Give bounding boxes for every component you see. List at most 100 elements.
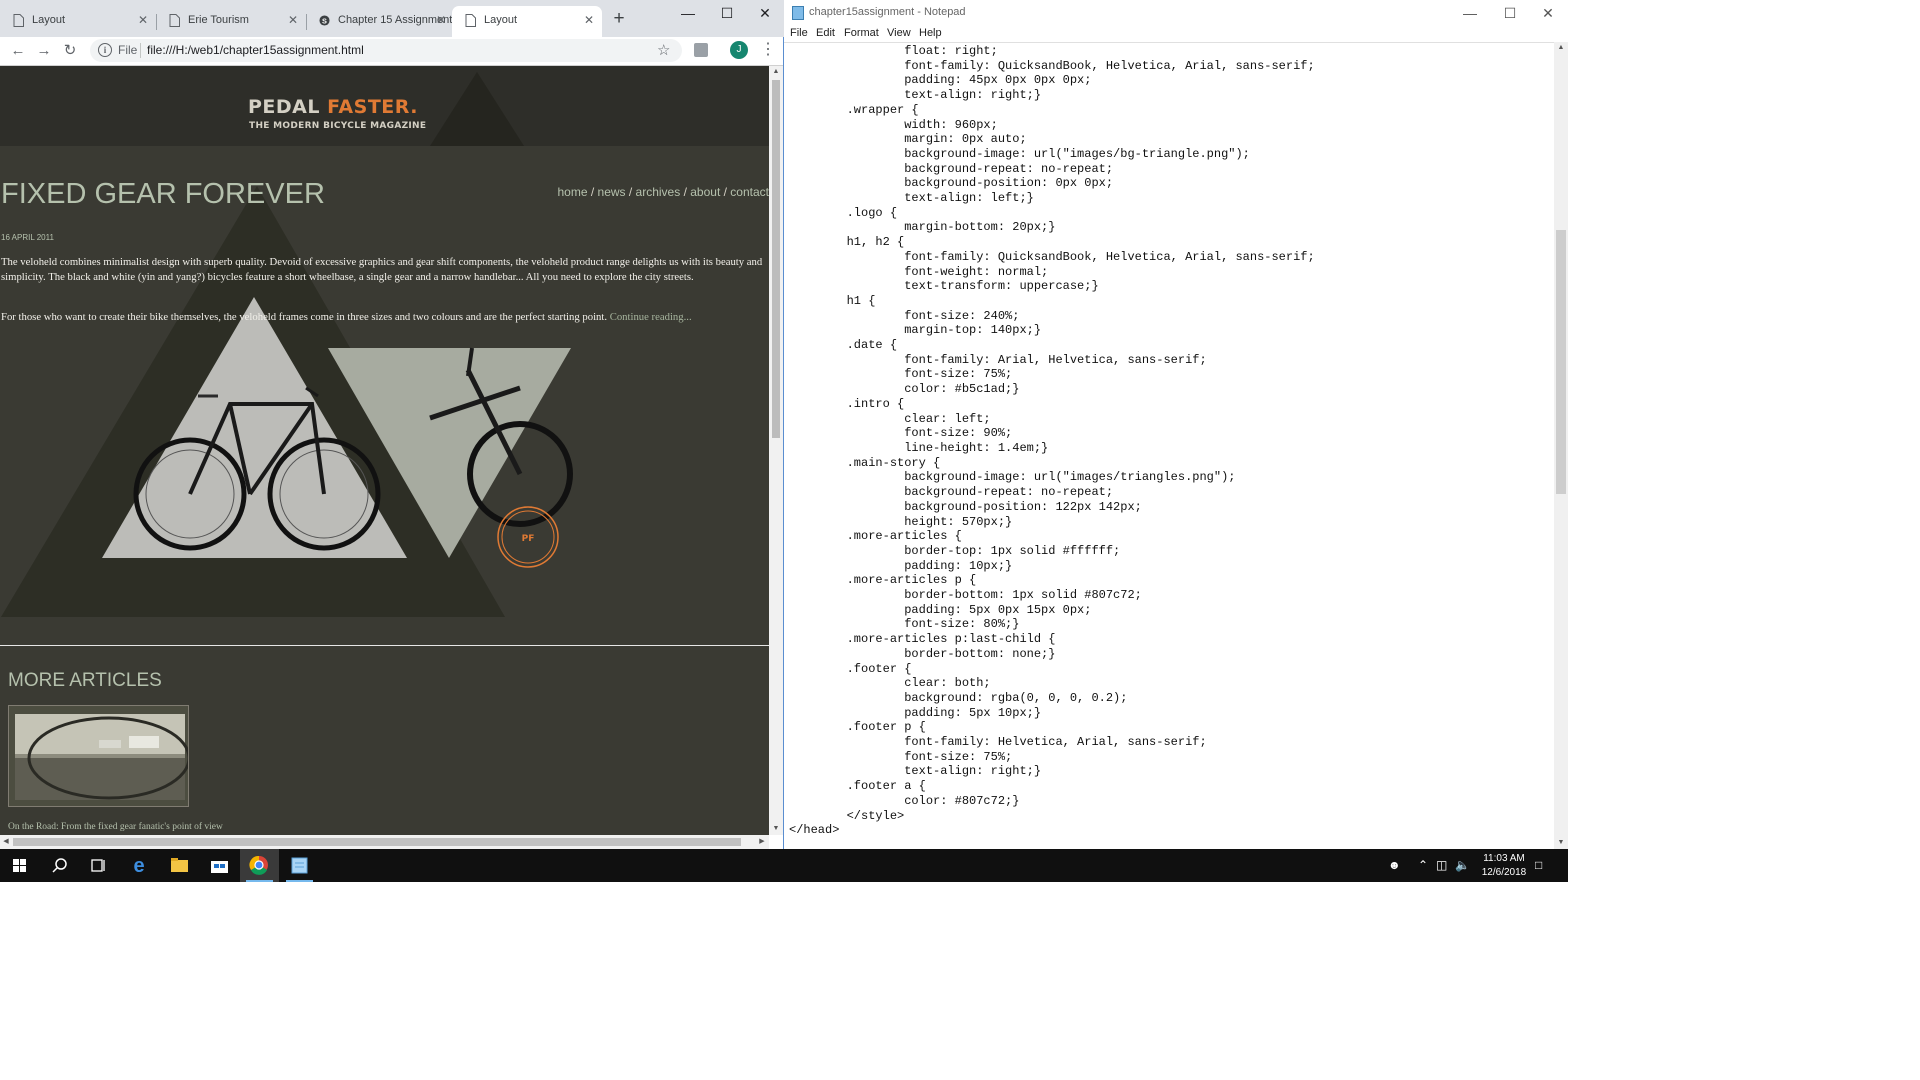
notepad-scroll-thumb[interactable] — [1556, 230, 1566, 494]
scroll-up-icon[interactable]: ▲ — [769, 66, 783, 78]
new-tab-button[interactable]: + — [609, 9, 629, 29]
info-icon[interactable]: i — [98, 43, 112, 57]
notepad-vertical-scrollbar[interactable]: ▲ ▼ — [1554, 42, 1568, 849]
tab-title: Layout — [484, 14, 518, 26]
nav-home[interactable]: home — [557, 185, 587, 199]
task-view-button[interactable] — [79, 849, 118, 882]
notepad-app-icon — [792, 6, 804, 20]
search-icon — [52, 858, 67, 873]
scroll-left-icon[interactable]: ◀ — [0, 835, 12, 849]
scroll-down-icon[interactable]: ▼ — [1554, 837, 1568, 849]
chrome-window: Layout ✕ Erie Tourism ✕ S Chapter 15 Ass… — [0, 0, 784, 849]
search-button[interactable] — [40, 849, 79, 882]
nav-archives[interactable]: archives — [636, 185, 681, 199]
intro-paragraph: The veloheld combines minimalist design … — [1, 256, 763, 283]
clock-date: 12/6/2018 — [1481, 867, 1527, 878]
story-paragraph: For those who want to create their bike … — [1, 310, 769, 325]
page-horizontal-scrollbar[interactable]: ◀ ▶ — [0, 835, 769, 849]
nav-separator: / — [587, 185, 598, 199]
menu-view[interactable]: View — [887, 27, 911, 39]
extension-icon[interactable] — [694, 43, 708, 57]
show-hidden-icons-icon[interactable]: ⌃ — [1418, 858, 1428, 872]
people-icon[interactable]: ☻ — [1388, 858, 1401, 872]
notepad-text-area[interactable]: float: right; font-family: QuicksandBook… — [784, 42, 1554, 850]
clock-time: 11:03 AM — [1483, 853, 1525, 864]
close-tab-icon[interactable]: ✕ — [288, 6, 298, 35]
tab-layout-1[interactable]: Layout ✕ — [0, 6, 156, 37]
page-viewport: PF PEDAL FASTER. THE MODERN BICYCLE MAGA… — [0, 66, 769, 835]
svg-text:S: S — [322, 16, 327, 25]
story-text: For those who want to create their bike … — [1, 311, 608, 323]
notepad-titlebar: chapter15assignment - Notepad — ☐ ✕ — [784, 0, 1568, 26]
page-vertical-scrollbar[interactable]: ▲ ▼ — [769, 66, 783, 835]
notepad-menubar: File Edit Format View Help — [784, 26, 1568, 42]
close-tab-icon[interactable]: ✕ — [436, 6, 446, 35]
menu-help[interactable]: Help — [919, 27, 942, 39]
page-scroll-thumb[interactable] — [772, 80, 780, 438]
page-title: FIXED GEAR FOREVER — [1, 178, 325, 210]
address-url[interactable]: file:///H:/web1/chapter15assignment.html — [147, 43, 364, 57]
store-button[interactable] — [200, 849, 239, 882]
back-button[interactable]: ← — [8, 40, 28, 62]
edge-button[interactable]: e — [120, 849, 159, 882]
address-scheme: File — [118, 43, 138, 57]
minimize-button[interactable]: — — [668, 0, 708, 26]
menu-file[interactable]: File — [790, 27, 808, 39]
notepad-icon — [291, 857, 308, 874]
browser-menu-icon[interactable]: ⋮ — [760, 40, 776, 60]
nav-contact[interactable]: contact — [730, 185, 769, 199]
nav-about[interactable]: about — [690, 185, 720, 199]
article-caption[interactable]: On the Road: From the fixed gear fanatic… — [8, 822, 223, 832]
file-explorer-button[interactable] — [160, 849, 199, 882]
volume-muted-icon[interactable]: 🔈 — [1455, 858, 1470, 872]
nav-separator: / — [680, 185, 691, 199]
site-logo[interactable]: PEDAL FASTER. — [248, 96, 418, 118]
tab-title: Layout — [32, 14, 66, 26]
menu-format[interactable]: Format — [844, 27, 879, 39]
tab-strip: Layout ✕ Erie Tourism ✕ S Chapter 15 Ass… — [0, 0, 784, 37]
start-button[interactable] — [0, 849, 39, 882]
notifications-icon[interactable]: □ — [1535, 858, 1542, 872]
logo-word-2: FASTER. — [327, 96, 418, 118]
close-tab-icon[interactable]: ✕ — [584, 6, 594, 35]
tab-erie-tourism[interactable]: Erie Tourism ✕ — [156, 6, 306, 37]
logo-tagline: THE MODERN BICYCLE MAGAZINE — [249, 121, 427, 131]
page-hscroll-thumb[interactable] — [13, 838, 741, 846]
edge-icon: e — [133, 855, 144, 877]
profile-avatar[interactable]: J — [730, 41, 748, 59]
notepad-taskbar-button[interactable] — [280, 849, 319, 882]
clock[interactable]: 11:03 AM 12/6/2018 — [1478, 852, 1530, 880]
network-icon[interactable]: ◫ — [1436, 858, 1447, 872]
page-header: PEDAL FASTER. THE MODERN BICYCLE MAGAZIN… — [0, 66, 769, 146]
nav-separator: / — [625, 185, 636, 199]
scroll-right-icon[interactable]: ▶ — [756, 835, 768, 849]
notepad-title: chapter15assignment - Notepad — [809, 6, 966, 18]
notepad-minimize-button[interactable]: — — [1450, 0, 1490, 26]
close-window-button[interactable]: ✕ — [745, 0, 785, 26]
reload-button[interactable]: ↻ — [60, 40, 80, 62]
page-icon — [465, 14, 476, 27]
chrome-taskbar-button[interactable] — [240, 849, 279, 882]
article-thumbnail[interactable] — [8, 705, 189, 807]
nav-news[interactable]: news — [598, 185, 626, 199]
forward-button[interactable]: → — [34, 40, 54, 62]
pf-badge: PF — [522, 534, 535, 544]
tab-title: Erie Tourism — [188, 14, 249, 26]
notepad-close-button[interactable]: ✕ — [1528, 0, 1568, 26]
tab-layout-active[interactable]: Layout ✕ — [452, 6, 602, 37]
bookmark-star-icon[interactable]: ☆ — [657, 41, 670, 59]
tab-chapter-15[interactable]: S Chapter 15 Assignment ✕ — [306, 6, 454, 37]
notepad-window: chapter15assignment - Notepad — ☐ ✕ File… — [784, 0, 1568, 849]
page-icon — [13, 14, 24, 27]
notepad-maximize-button[interactable]: ☐ — [1490, 0, 1530, 26]
address-separator — [140, 43, 141, 58]
address-bar[interactable]: i File file:///H:/web1/chapter15assignme… — [90, 39, 682, 62]
maximize-button[interactable]: ☐ — [707, 0, 747, 26]
site-icon: S — [319, 15, 330, 26]
css-source-code[interactable]: float: right; font-family: QuicksandBook… — [789, 44, 1315, 838]
close-tab-icon[interactable]: ✕ — [138, 6, 148, 35]
scroll-down-icon[interactable]: ▼ — [769, 823, 783, 835]
menu-edit[interactable]: Edit — [816, 27, 835, 39]
continue-reading-link[interactable]: Continue reading... — [610, 311, 692, 323]
scroll-up-icon[interactable]: ▲ — [1554, 42, 1568, 54]
